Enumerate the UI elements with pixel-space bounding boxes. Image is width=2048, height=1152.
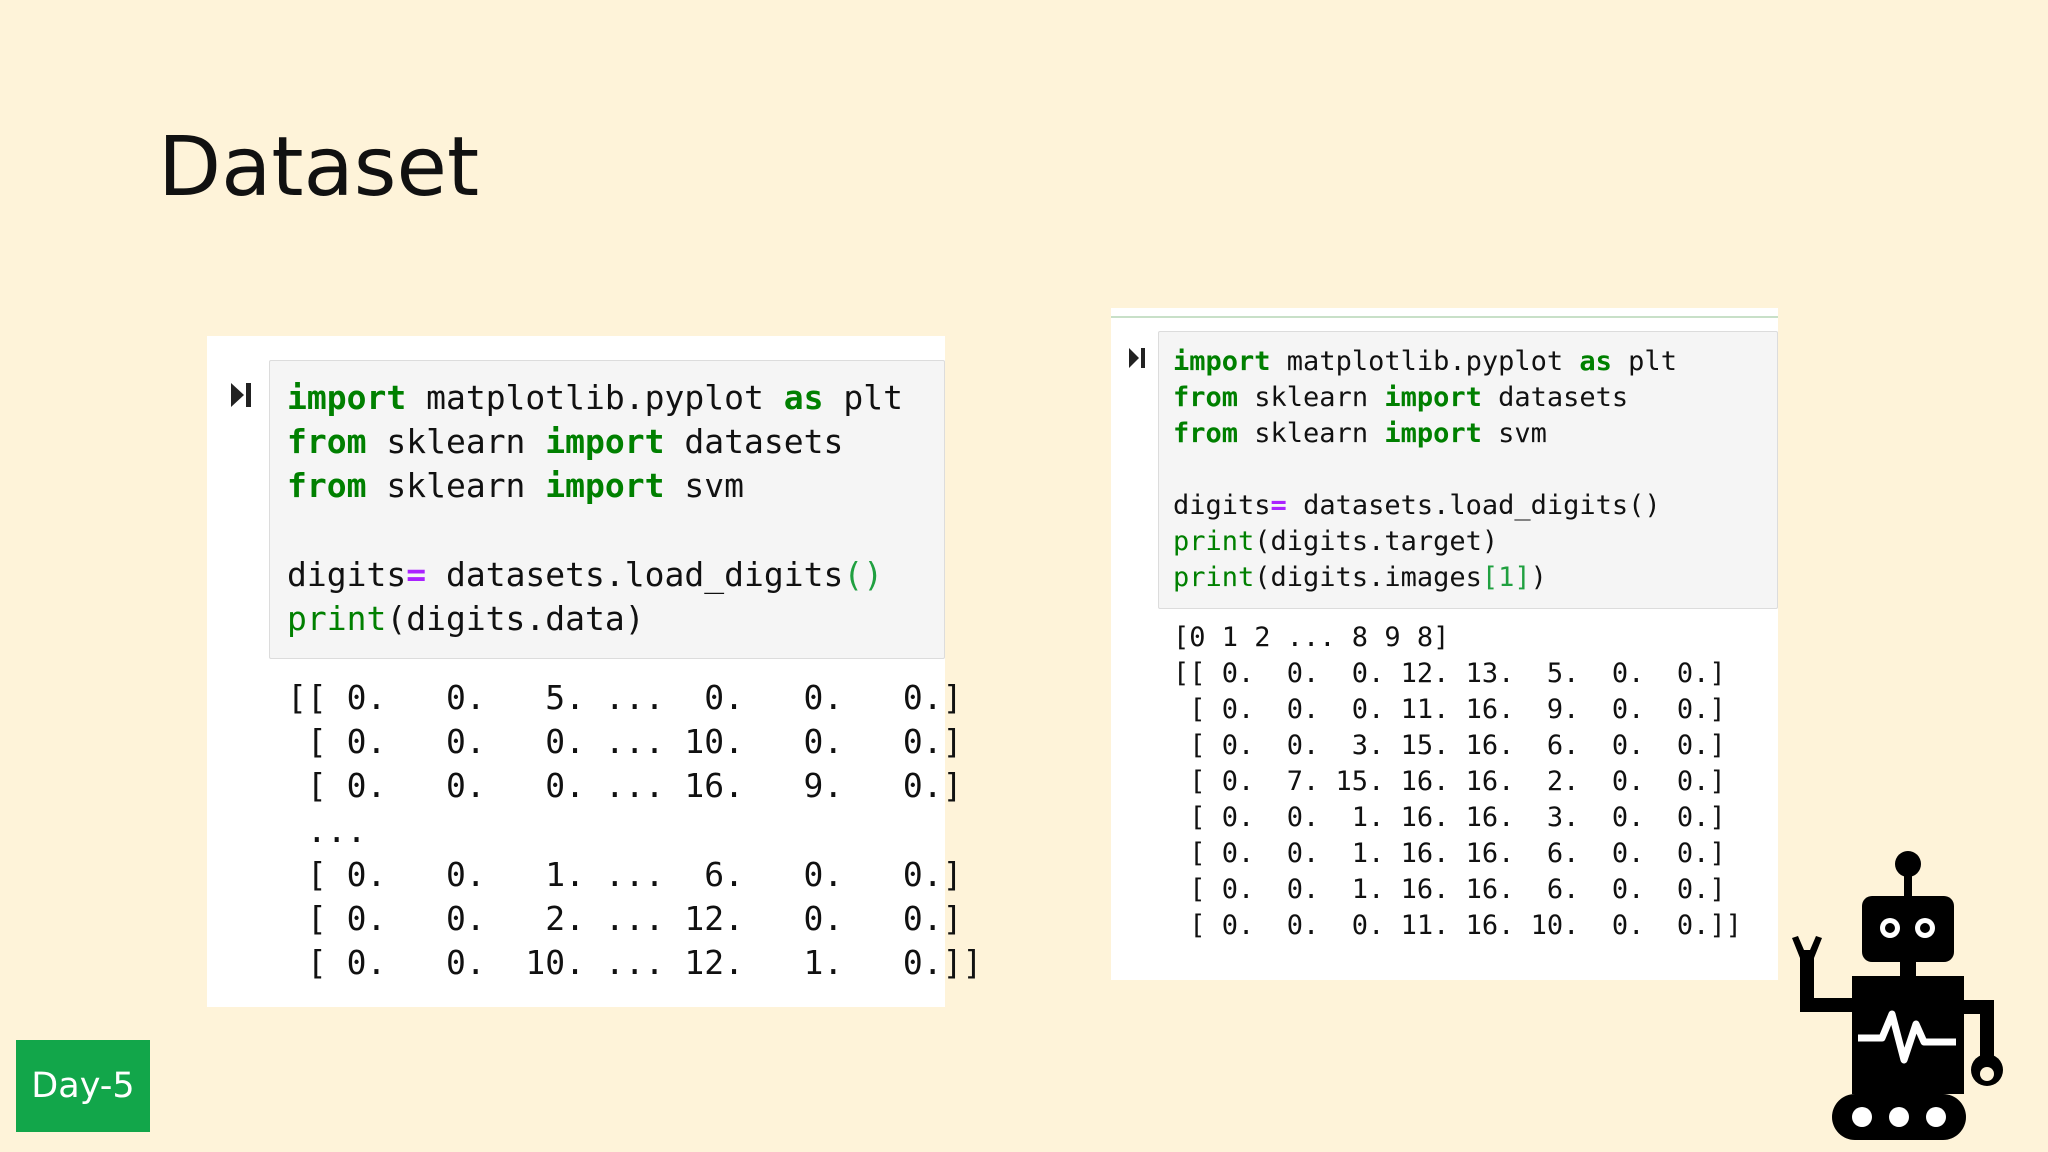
right-notebook-screenshot: import matplotlib.pyplot as plt from skl…: [1111, 308, 1778, 980]
code-output: [[ 0. 0. 5. ... 0. 0. 0.] [ 0. 0. 0. ...…: [287, 678, 983, 983]
slide-title: Dataset: [158, 120, 480, 215]
code-line-1: import matplotlib.pyplot as plt: [287, 378, 903, 417]
run-cell-icon[interactable]: [229, 380, 255, 410]
code-line-1: import matplotlib.pyplot as plt: [1173, 346, 1677, 377]
code-line-5: digits= datasets.load_digits(): [1173, 490, 1661, 521]
left-notebook-screenshot: import matplotlib.pyplot as plt from skl…: [207, 336, 982, 1007]
code-line-3: from sklearn import svm: [1173, 418, 1547, 449]
code-output: [0 1 2 ... 8 9 8] [[ 0. 0. 0. 12. 13. 5.…: [1173, 622, 1742, 941]
cell-divider: [1111, 316, 1778, 318]
run-cell-icon[interactable]: [1128, 346, 1148, 370]
code-line-5: digits= datasets.load_digits(): [287, 554, 884, 594]
code-input: import matplotlib.pyplot as plt from skl…: [1173, 344, 1677, 596]
code-line-6: print(digits.target): [1173, 526, 1499, 557]
code-line-2: from sklearn import datasets: [1173, 382, 1629, 413]
day-badge: Day-5: [16, 1040, 150, 1132]
code-line-7: print(digits.images[1]): [1173, 562, 1547, 593]
code-line-6: print(digits.data): [287, 599, 645, 639]
code-line-3: from sklearn import svm: [287, 466, 744, 506]
robot-icon: [1792, 851, 2003, 1140]
code-line-2: from sklearn import datasets: [287, 422, 844, 462]
code-input: import matplotlib.pyplot as plt from skl…: [287, 376, 903, 641]
